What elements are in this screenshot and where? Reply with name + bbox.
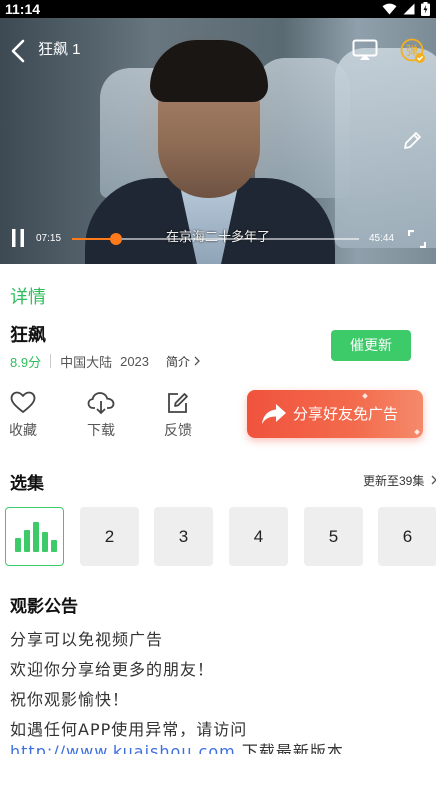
notice-line: 祝你观影愉快！ (10, 690, 130, 709)
episode-tile[interactable]: 4 (229, 507, 288, 566)
share-arrow-icon (262, 404, 286, 424)
share-label: 分享好友免广告 (293, 405, 399, 423)
player-controls: 07:15 45:44 (0, 224, 436, 254)
region-label: 中国大陆 (60, 354, 113, 370)
notice-line: 如遇任何APP使用异常，请访问 (10, 720, 248, 739)
favorite-label: 收藏 (9, 423, 37, 439)
pause-icon[interactable] (10, 228, 26, 248)
rating-score: 8.9分 (10, 354, 42, 370)
chevron-right-icon (431, 475, 436, 485)
battery-charging-icon (421, 2, 430, 16)
player-top-bar: 狂飙 1 弹 (0, 18, 436, 78)
pencil-icon[interactable] (401, 130, 423, 152)
signal-icon (403, 3, 415, 15)
show-meta: 8.9分 中国大陆 2023 简介 (10, 352, 200, 370)
video-player[interactable]: 狂飙 1 弹 在京海二十多年了 07:15 45:44 (0, 18, 436, 264)
feedback-button[interactable]: 反馈 (158, 391, 198, 440)
current-time: 07:15 (36, 233, 62, 244)
episodes-update-text: 更新至39集 (363, 474, 425, 488)
intro-label: 简介 (166, 354, 191, 369)
episodes-update-link[interactable]: 更新至39集 (363, 472, 436, 489)
notice-partial-line: http://www.kuaishou.com 下载最新版本 (0, 742, 436, 754)
notice-line: 分享可以免视频广告 (10, 630, 164, 649)
download-label: 下载 (87, 423, 115, 439)
notice-line-tail: 下载最新版本 (241, 742, 344, 754)
episode-tile[interactable]: 2 (80, 507, 139, 566)
chevron-right-icon (194, 356, 200, 366)
download-button[interactable]: 下载 (81, 391, 121, 440)
cloud-download-icon (87, 392, 115, 415)
urge-update-button[interactable]: 催更新 (331, 330, 411, 361)
share-friends-button[interactable]: 分享好友免广告 (247, 390, 423, 438)
progress-thumb[interactable] (110, 233, 123, 245)
danmu-icon: 弹 (400, 38, 425, 63)
feedback-label: 反馈 (164, 423, 192, 439)
show-title: 狂飙 (10, 325, 46, 346)
favorite-button[interactable]: 收藏 (3, 391, 43, 440)
intro-link[interactable]: 简介 (166, 353, 200, 370)
wifi-icon (382, 3, 397, 15)
fullscreen-icon[interactable] (408, 230, 426, 248)
status-time: 11:14 (5, 1, 41, 17)
episodes-header: 选集 (10, 474, 44, 494)
feedback-edit-icon (168, 393, 188, 413)
progress-track[interactable] (72, 233, 359, 245)
danmu-toggle-button[interactable]: 弹 (400, 38, 426, 64)
episode-tile[interactable]: 5 (304, 507, 363, 566)
episode-tile-playing[interactable] (5, 507, 64, 566)
status-icons (382, 2, 430, 16)
episode-tile[interactable]: 6 (378, 507, 436, 566)
total-time: 45:44 (369, 233, 395, 244)
year-label: 2023 (120, 353, 150, 369)
video-title: 狂飙 1 (38, 41, 81, 58)
now-playing-icon (15, 522, 57, 552)
tab-details[interactable]: 详情 (10, 283, 46, 309)
back-icon[interactable] (8, 38, 30, 64)
notice-line: 欢迎你分享给更多的朋友！ (10, 660, 215, 679)
download-site-link[interactable]: http://www.kuaishou.com (10, 742, 236, 754)
status-bar: 11:14 (0, 0, 436, 18)
sparkle (414, 429, 420, 435)
heart-icon (10, 391, 36, 413)
notice-title: 观影公告 (10, 597, 78, 617)
cast-screen-icon[interactable] (352, 39, 378, 61)
meta-divider (50, 354, 52, 368)
episode-tile[interactable]: 3 (154, 507, 213, 566)
